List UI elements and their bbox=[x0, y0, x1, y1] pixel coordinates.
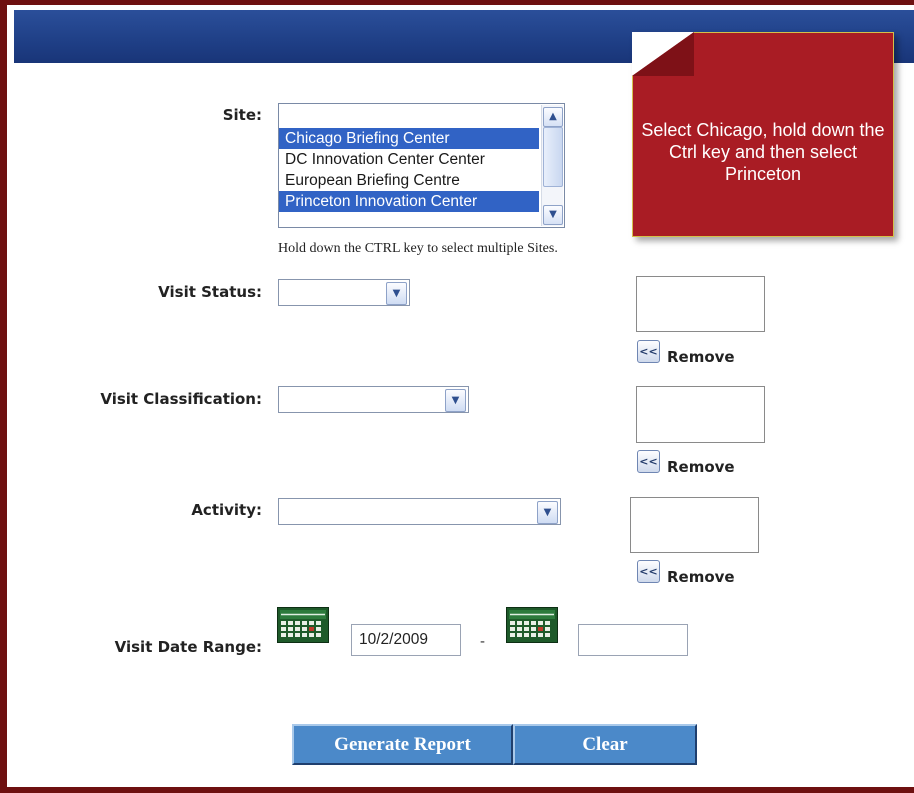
visit-status-select[interactable]: ▼ bbox=[278, 279, 410, 306]
instruction-callout: Select Chicago, hold down the Ctrl key a… bbox=[632, 32, 894, 237]
generate-report-button[interactable]: Generate Report bbox=[292, 724, 513, 765]
calendar-icon[interactable] bbox=[506, 607, 558, 643]
site-scrollbar[interactable]: ▲ ▼ bbox=[541, 105, 563, 226]
activity-selected-box[interactable] bbox=[630, 497, 759, 553]
scroll-thumb[interactable] bbox=[543, 127, 563, 187]
visit-classification-label: Visit Classification: bbox=[100, 390, 262, 408]
visit-status-label: Visit Status: bbox=[158, 283, 262, 301]
visit-classification-remove-label[interactable]: Remove bbox=[667, 458, 735, 476]
chevron-down-icon[interactable]: ▼ bbox=[445, 389, 466, 412]
chevron-down-icon[interactable]: ▼ bbox=[386, 282, 407, 305]
site-label: Site: bbox=[222, 106, 262, 124]
visit-date-range-label: Visit Date Range: bbox=[114, 638, 262, 656]
callout-fold-shadow bbox=[632, 32, 694, 76]
date-range-separator: - bbox=[480, 633, 485, 650]
site-option-european[interactable]: European Briefing Centre bbox=[279, 170, 539, 191]
visit-status-remove-label[interactable]: Remove bbox=[667, 348, 735, 366]
site-option-princeton[interactable]: Princeton Innovation Center bbox=[279, 191, 539, 212]
end-date-field[interactable] bbox=[578, 624, 688, 656]
chevron-down-icon[interactable]: ▼ bbox=[537, 501, 558, 524]
activity-remove-button[interactable]: << bbox=[637, 560, 660, 583]
visit-status-remove-button[interactable]: << bbox=[637, 340, 660, 363]
activity-remove-label[interactable]: Remove bbox=[667, 568, 735, 586]
visit-classification-remove-button[interactable]: << bbox=[637, 450, 660, 473]
activity-label: Activity: bbox=[191, 501, 262, 519]
start-date-field[interactable]: 10/2/2009 bbox=[351, 624, 461, 656]
chevron-up-icon[interactable]: ▲ bbox=[543, 107, 563, 127]
site-option-blank[interactable] bbox=[279, 104, 539, 128]
clear-button[interactable]: Clear bbox=[513, 724, 697, 765]
visit-status-selected-box[interactable] bbox=[636, 276, 765, 332]
callout-text: Select Chicago, hold down the Ctrl key a… bbox=[641, 120, 885, 184]
site-option-chicago[interactable]: Chicago Briefing Center bbox=[279, 128, 539, 149]
calendar-icon[interactable] bbox=[277, 607, 329, 643]
site-hint: Hold down the CTRL key to select multipl… bbox=[278, 241, 558, 256]
visit-classification-selected-box[interactable] bbox=[636, 386, 765, 443]
site-listbox[interactable]: Chicago Briefing Center DC Innovation Ce… bbox=[278, 103, 565, 228]
visit-classification-select[interactable]: ▼ bbox=[278, 386, 469, 413]
chevron-down-icon[interactable]: ▼ bbox=[543, 205, 563, 225]
activity-select[interactable]: ▼ bbox=[278, 498, 561, 525]
site-option-dc[interactable]: DC Innovation Center Center bbox=[279, 149, 539, 170]
